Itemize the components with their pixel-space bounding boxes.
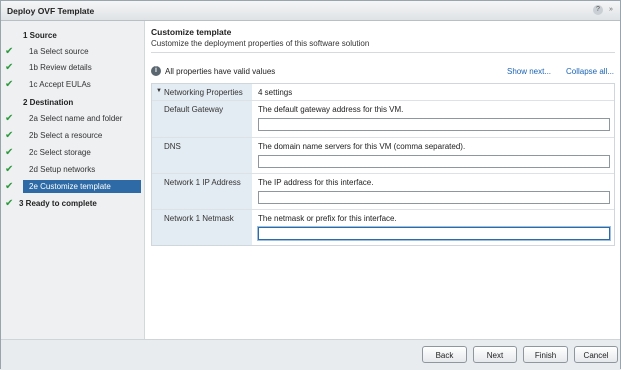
- step-label: 1a Select source: [29, 47, 89, 56]
- step-select-resource[interactable]: ✔ 2b Select a resource: [1, 129, 144, 143]
- check-icon: ✔: [5, 181, 14, 192]
- step-label: 1c Accept EULAs: [29, 80, 91, 89]
- property-name: Network 1 IP Address: [164, 178, 241, 187]
- step-accept-eulas[interactable]: ✔ 1c Accept EULAs: [1, 78, 144, 92]
- step-review-details[interactable]: ✔ 1b Review details: [1, 61, 144, 75]
- check-icon: ✔: [5, 147, 14, 158]
- step-destination: 2 Destination: [1, 96, 144, 110]
- main-panel: Customize template Customize the deploym…: [145, 21, 620, 339]
- property-name: DNS: [164, 142, 181, 151]
- step-label: 2d Setup networks: [29, 165, 96, 174]
- step-customize-template[interactable]: ✔ 2e Customize template: [1, 180, 144, 194]
- property-description: The default gateway address for this VM.: [258, 105, 404, 114]
- show-next-link[interactable]: Show next...: [507, 67, 551, 76]
- step-label: 1 Source: [23, 31, 57, 40]
- collapse-all-link[interactable]: Collapse all...: [566, 67, 614, 76]
- validation-status: i All properties have valid values Show …: [151, 66, 617, 78]
- property-row-ip: Network 1 IP Address The IP address for …: [152, 174, 614, 210]
- property-group-row[interactable]: ▼ Networking Properties 4 settings: [152, 84, 614, 101]
- property-name: Network 1 Netmask: [164, 214, 234, 223]
- header-divider: [151, 52, 615, 53]
- expand-icon[interactable]: »: [606, 5, 616, 15]
- page-subtitle: Customize the deployment properties of t…: [151, 39, 370, 48]
- step-select-name-folder[interactable]: ✔ 2a Select name and folder: [1, 112, 144, 126]
- property-description: The IP address for this interface.: [258, 178, 374, 187]
- title-bar: Deploy OVF Template ? »: [1, 1, 620, 21]
- step-source: 1 Source: [1, 29, 144, 43]
- step-select-source[interactable]: ✔ 1a Select source: [1, 45, 144, 59]
- check-icon: ✔: [5, 79, 14, 90]
- ip-address-input[interactable]: [258, 191, 610, 204]
- step-label: 3 Ready to complete: [19, 199, 97, 208]
- next-button[interactable]: Next: [473, 346, 517, 363]
- property-name: Default Gateway: [164, 105, 224, 114]
- help-icon[interactable]: ?: [593, 5, 603, 15]
- check-icon: ✔: [5, 62, 14, 73]
- collapse-caret-icon[interactable]: ▼: [156, 88, 162, 94]
- check-icon: ✔: [5, 198, 14, 209]
- property-row-gateway: Default Gateway The default gateway addr…: [152, 101, 614, 138]
- step-ready-to-complete[interactable]: ✔ 3 Ready to complete: [1, 197, 144, 211]
- deploy-ovf-dialog: Deploy OVF Template ? » 1 Source ✔ 1a Se…: [0, 0, 621, 370]
- step-select-storage[interactable]: ✔ 2c Select storage: [1, 146, 144, 160]
- info-icon: i: [151, 66, 161, 76]
- wizard-footer: Back Next Finish Cancel: [1, 339, 620, 370]
- dns-input[interactable]: [258, 155, 610, 168]
- property-name-cell: Network 1 IP Address: [152, 174, 252, 209]
- property-description: The netmask or prefix for this interface…: [258, 214, 397, 223]
- page-title: Customize template: [151, 27, 232, 37]
- property-row-dns: DNS The domain name servers for this VM …: [152, 138, 614, 174]
- check-icon: ✔: [5, 46, 14, 57]
- property-name-cell: DNS: [152, 138, 252, 173]
- check-icon: ✔: [5, 164, 14, 175]
- group-name-cell: ▼ Networking Properties: [152, 84, 252, 100]
- property-name-cell: Default Gateway: [152, 101, 252, 137]
- cancel-button[interactable]: Cancel: [574, 346, 618, 363]
- step-label: 1b Review details: [29, 63, 92, 72]
- default-gateway-input[interactable]: [258, 118, 610, 131]
- netmask-input[interactable]: [258, 227, 610, 240]
- step-label: 2 Destination: [23, 98, 74, 107]
- properties-table: ▼ Networking Properties 4 settings Defau…: [151, 83, 615, 246]
- step-label: 2b Select a resource: [29, 131, 103, 140]
- property-description: The domain name servers for this VM (com…: [258, 142, 466, 151]
- step-label: 2e Customize template: [29, 182, 111, 191]
- check-icon: ✔: [5, 130, 14, 141]
- step-label: 2a Select name and folder: [29, 114, 123, 123]
- group-count: 4 settings: [258, 88, 293, 97]
- group-name: Networking Properties: [164, 88, 243, 97]
- finish-button[interactable]: Finish: [523, 346, 568, 363]
- back-button[interactable]: Back: [422, 346, 467, 363]
- property-row-netmask: Network 1 Netmask The netmask or prefix …: [152, 210, 614, 245]
- property-name-cell: Network 1 Netmask: [152, 210, 252, 245]
- wizard-steps-sidebar: 1 Source ✔ 1a Select source ✔ 1b Review …: [1, 21, 145, 339]
- window-title: Deploy OVF Template: [7, 6, 95, 16]
- step-setup-networks[interactable]: ✔ 2d Setup networks: [1, 163, 144, 177]
- check-icon: ✔: [5, 113, 14, 124]
- step-label: 2c Select storage: [29, 148, 91, 157]
- validation-text: All properties have valid values: [165, 67, 276, 76]
